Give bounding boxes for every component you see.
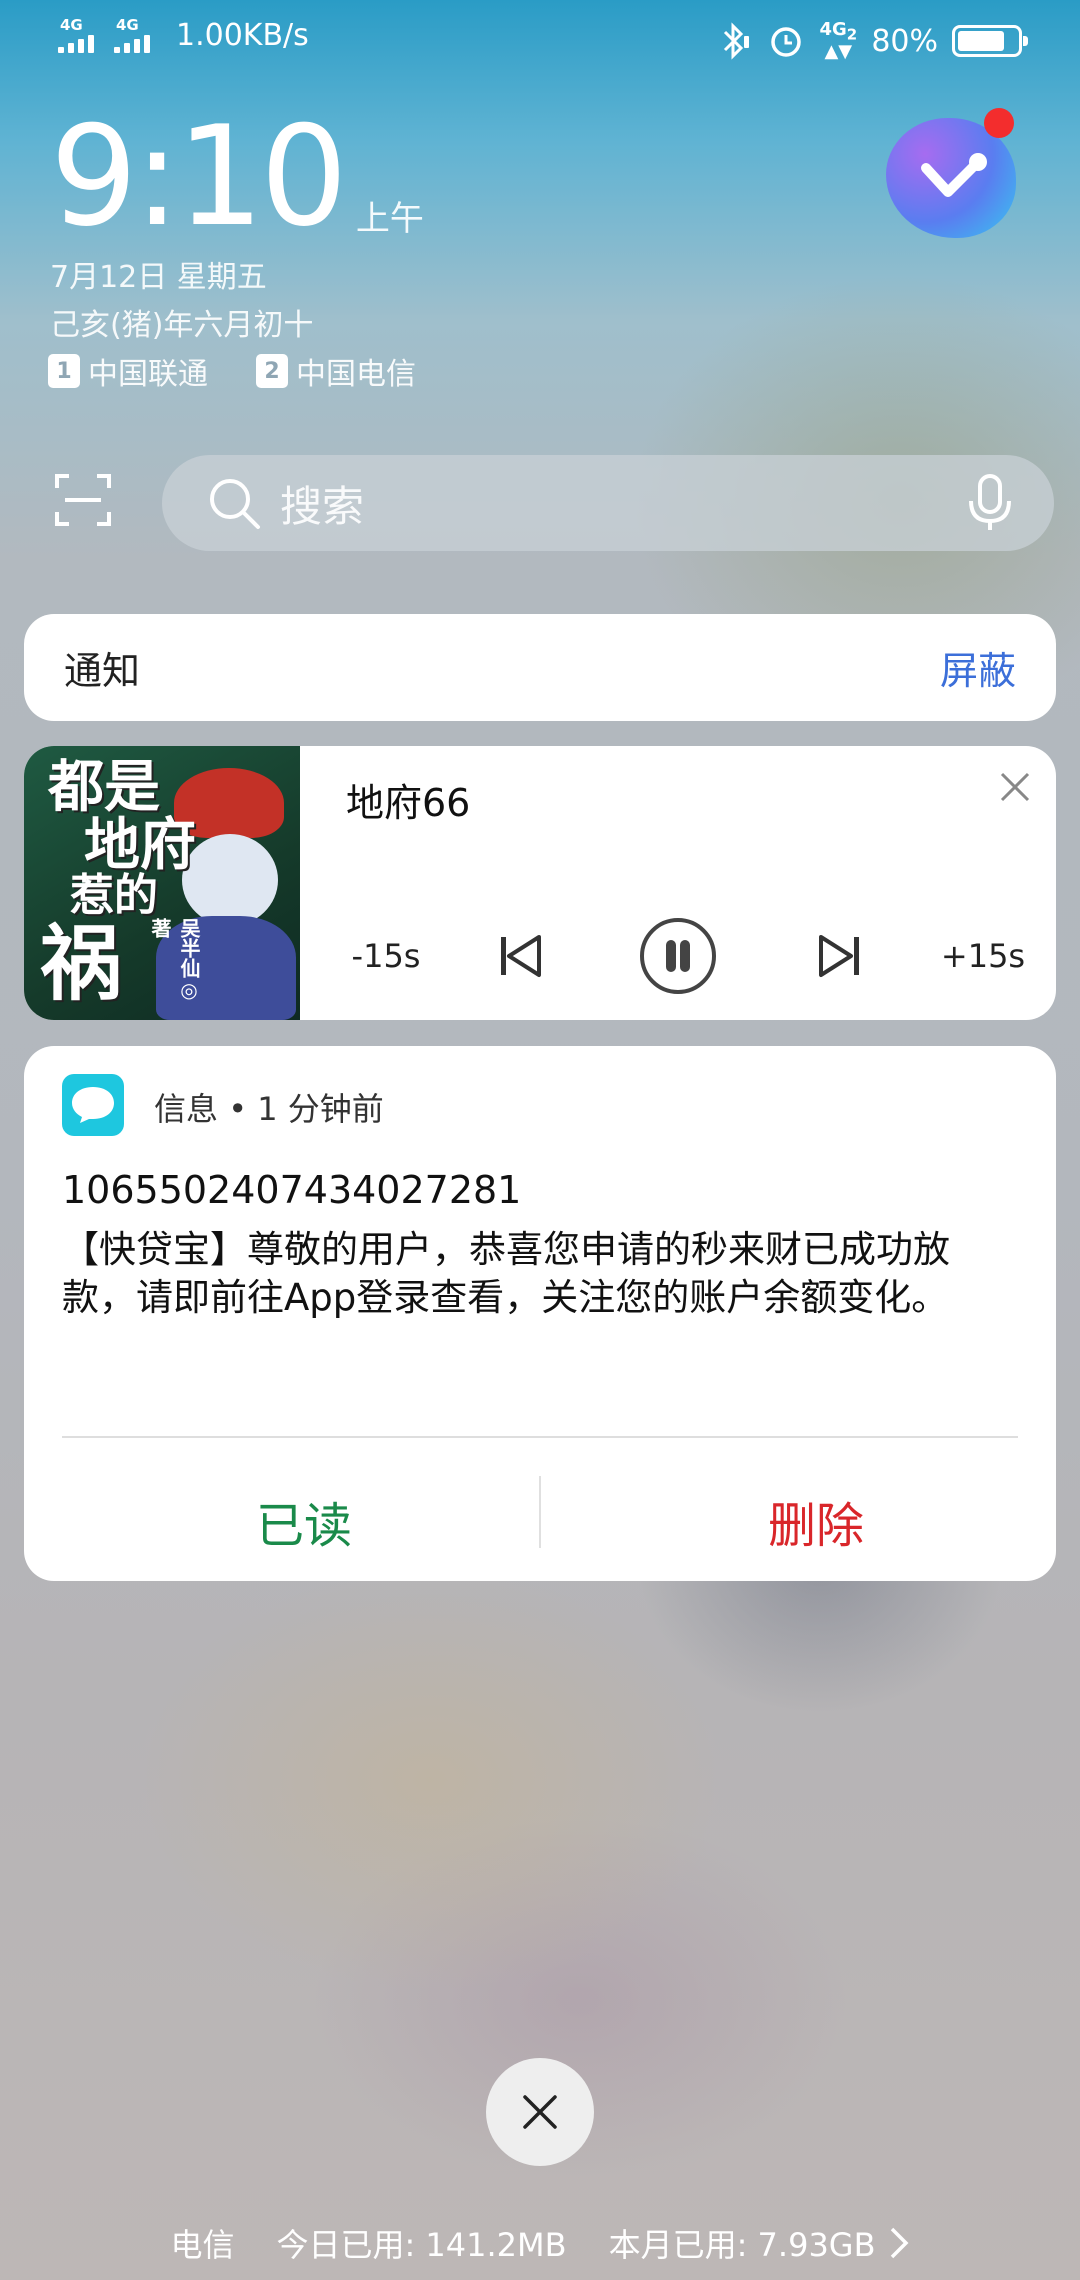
search-icon <box>206 475 262 531</box>
sim2-network-type: 4G <box>116 16 139 34</box>
data-today: 今日已用: 141.2MB <box>276 2226 567 2264</box>
album-cover: 都是 地府 惹的 祸 吴半仙◎著 <box>24 746 300 1020</box>
battery-percent: 80% <box>871 23 938 59</box>
clock-time: 9:10 <box>50 96 348 257</box>
status-bar: 4G 4G 1.00KB/s 4G2 ▲▼ 80% <box>0 0 1080 84</box>
cover-title-line-4: 祸 <box>40 917 123 1012</box>
cover-title-line-1: 都是 <box>48 755 160 820</box>
microphone-icon[interactable] <box>968 473 1012 533</box>
previous-track-icon[interactable] <box>490 926 550 986</box>
forward-15-button[interactable]: +15s <box>928 926 1038 986</box>
alarm-icon <box>767 22 805 60</box>
orb-notification-dot <box>984 108 1014 138</box>
button-divider <box>539 1476 541 1548</box>
scan-icon[interactable] <box>55 472 111 528</box>
carrier-2: 2 中国电信 <box>256 349 416 393</box>
battery-icon <box>952 25 1028 57</box>
carrier-list: 1 中国联通 2 中国电信 <box>48 349 416 393</box>
divider <box>62 1436 1018 1438</box>
media-player-card[interactable]: 都是 地府 惹的 祸 吴半仙◎著 地府66 -15s +15s <box>24 746 1056 1020</box>
search-bar[interactable]: 搜索 <box>162 455 1054 551</box>
battery-fill <box>958 31 1005 51</box>
sim2-signal-icon: 4G <box>114 18 160 53</box>
network-speed: 1.00KB/s <box>176 18 309 53</box>
notification-header-card: 通知 屏蔽 <box>24 614 1056 721</box>
net4g2-label: 4G <box>819 18 847 40</box>
sim2-badge: 2 <box>256 354 288 388</box>
search-placeholder: 搜索 <box>280 481 365 531</box>
notification-title: 通知 <box>64 649 141 693</box>
lunar-date-text: 己亥(猪)年六月初十 <box>50 308 314 343</box>
message-app-icon <box>62 1074 124 1136</box>
chevron-right-icon <box>888 2226 910 2260</box>
date-text[interactable]: 7月12日 星期五 <box>50 252 267 296</box>
cover-author: 吴半仙◎著 <box>148 918 201 1002</box>
carrier-1-name: 中国联通 <box>88 357 208 392</box>
data-usage-bar[interactable]: 电信 今日已用: 141.2MB 本月已用: 7.93GB <box>0 2220 1080 2266</box>
mark-read-button[interactable]: 已读 <box>104 1486 504 1556</box>
4g2-icon: 4G2 ▲▼ <box>819 18 858 63</box>
header-separator: • <box>228 1090 258 1128</box>
carrier-2-name: 中国电信 <box>296 357 416 392</box>
clock[interactable]: 9:10 上午 <box>50 96 424 257</box>
cover-title-line-2: 地府 <box>84 813 196 878</box>
close-icon[interactable] <box>996 768 1034 806</box>
pause-button[interactable] <box>638 916 718 996</box>
data-month: 本月已用: 7.93GB <box>608 2226 876 2264</box>
cover-title-line-3: 惹的 <box>70 870 158 921</box>
clock-ampm: 上午 <box>355 199 424 239</box>
message-sender: 1065502407434027281 <box>62 1168 522 1212</box>
track-title: 地府66 <box>346 781 471 825</box>
sim1-signal-icon: 4G <box>58 18 104 53</box>
delete-button[interactable]: 删除 <box>616 1486 1016 1556</box>
sim1-network-type: 4G <box>60 16 83 34</box>
data-carrier: 电信 <box>170 2226 235 2264</box>
cover-character-face <box>182 834 278 926</box>
sim1-badge: 1 <box>48 354 80 388</box>
block-button[interactable]: 屏蔽 <box>940 640 1016 695</box>
message-notification-card[interactable]: 信息 • 1 分钟前 1065502407434027281 【快贷宝】尊敬的用… <box>24 1046 1056 1581</box>
message-app-header: 信息 • 1 分钟前 <box>154 1084 384 1130</box>
net4g2-sub: 2 <box>846 25 858 44</box>
clear-all-button[interactable] <box>486 2058 594 2166</box>
message-body: 【快贷宝】尊敬的用户，恭喜您申请的秒来财已成功放款，请即前往App登录查看，关注… <box>62 1228 950 1319</box>
message-app-name: 信息 <box>154 1090 219 1128</box>
next-track-icon[interactable] <box>810 926 870 986</box>
bluetooth-icon <box>715 22 753 60</box>
rewind-15-button[interactable]: -15s <box>336 926 436 986</box>
message-time: 1 分钟前 <box>257 1090 384 1128</box>
carrier-1: 1 中国联通 <box>48 349 208 393</box>
